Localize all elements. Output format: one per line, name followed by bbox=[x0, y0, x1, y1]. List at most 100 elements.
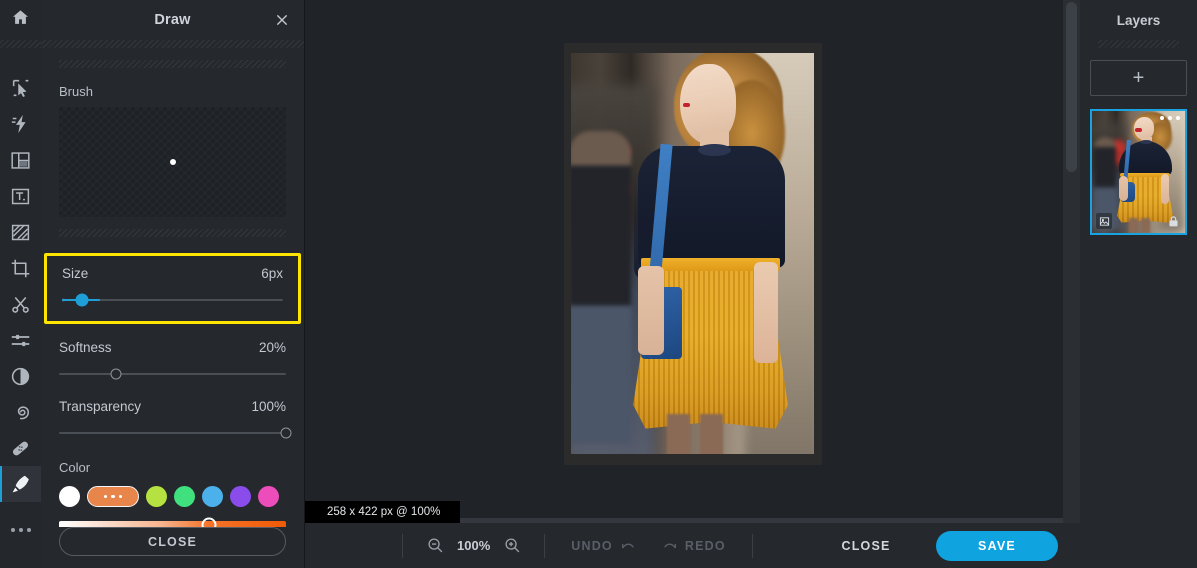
photo-bg-person bbox=[568, 131, 631, 444]
draw-panel-close-button[interactable] bbox=[272, 10, 292, 30]
crop-icon bbox=[10, 258, 31, 279]
draw-panel-header: Draw bbox=[41, 0, 304, 40]
transparency-label: Transparency bbox=[59, 398, 142, 414]
bandage-icon bbox=[10, 438, 31, 459]
size-slider-knob[interactable] bbox=[75, 293, 89, 307]
frame-layout-icon bbox=[10, 150, 31, 171]
layer-lock-button[interactable] bbox=[1165, 213, 1181, 229]
settings-section-hatch bbox=[59, 228, 286, 237]
more-tools-button[interactable] bbox=[0, 512, 41, 548]
brush-size-dot bbox=[169, 158, 176, 165]
tool-blur[interactable] bbox=[0, 394, 41, 430]
photo-editor-app: Draw Brush Size 6px Softness 20% Transpa… bbox=[0, 0, 1197, 568]
layer-photo-left-leg bbox=[1129, 218, 1138, 233]
transparency-slider-row[interactable]: Transparency 100% bbox=[41, 399, 304, 442]
draw-panel-title: Draw bbox=[154, 12, 191, 28]
softness-label: Softness bbox=[59, 339, 112, 355]
layers-title: Layers bbox=[1116, 12, 1161, 28]
more-horizontal-icon bbox=[1160, 116, 1180, 120]
draw-panel: Draw Brush Size 6px Softness 20% Transpa… bbox=[41, 0, 305, 568]
lightning-bolt-icon bbox=[10, 113, 32, 135]
redo-button[interactable]: REDO bbox=[662, 538, 726, 554]
tool-draw[interactable] bbox=[0, 466, 41, 502]
add-layer-button[interactable]: + bbox=[1090, 60, 1187, 96]
color-swatch-blue[interactable] bbox=[202, 485, 223, 507]
layers-header: Layers bbox=[1080, 0, 1197, 40]
color-swatch-purple[interactable] bbox=[230, 485, 251, 507]
undo-label: UNDO bbox=[571, 538, 613, 553]
image-icon bbox=[1099, 216, 1109, 226]
undo-button[interactable]: UNDO bbox=[571, 538, 636, 554]
draw-panel-body: Brush Size 6px Softness 20% Transparency… bbox=[41, 48, 304, 527]
photo-border-top bbox=[563, 42, 822, 54]
transparency-slider-track[interactable] bbox=[59, 424, 292, 442]
home-button[interactable] bbox=[0, 0, 41, 40]
size-slider-row[interactable]: Size 6px bbox=[44, 252, 301, 324]
tool-adjust[interactable] bbox=[0, 322, 41, 358]
transparency-slider-knob[interactable] bbox=[280, 427, 292, 439]
canvas-viewport[interactable]: 258 x 422 px @ 100% bbox=[305, 0, 1080, 523]
canvas-vertical-scrollbar[interactable] bbox=[1063, 0, 1080, 523]
size-value: 6px bbox=[261, 265, 283, 281]
layer-menu-button[interactable] bbox=[1160, 116, 1180, 120]
zoom-out-button[interactable] bbox=[425, 536, 445, 556]
toolbar-divider-3 bbox=[751, 533, 753, 558]
tool-rail bbox=[0, 0, 41, 568]
transparency-track-line bbox=[59, 431, 286, 434]
tool-crop[interactable] bbox=[0, 250, 41, 286]
photo-left-arm bbox=[638, 266, 665, 355]
softness-slider-knob[interactable] bbox=[110, 368, 122, 380]
undo-arrow-icon bbox=[621, 543, 634, 548]
brush-preview[interactable] bbox=[59, 106, 286, 217]
tool-select[interactable] bbox=[0, 70, 41, 106]
photo-lips bbox=[683, 102, 691, 107]
color-swatch-green[interactable] bbox=[174, 485, 195, 507]
layers-hatch-separator bbox=[1098, 40, 1179, 48]
canvas-status-bar: 258 x 422 px @ 100% bbox=[305, 501, 460, 523]
layer-item-photo[interactable] bbox=[1090, 109, 1187, 235]
layer-type-button[interactable] bbox=[1096, 213, 1112, 229]
panel-close-button[interactable]: CLOSE bbox=[59, 527, 286, 556]
tool-texture[interactable] bbox=[0, 214, 41, 250]
softness-slider-row[interactable]: Softness 20% bbox=[41, 340, 304, 383]
redo-arrow-icon bbox=[663, 543, 676, 548]
size-slider-track[interactable] bbox=[62, 291, 283, 309]
tool-effects[interactable] bbox=[0, 106, 41, 142]
contrast-circle-icon bbox=[10, 366, 31, 387]
color-swatch-orange-selected[interactable] bbox=[87, 485, 139, 507]
close-icon bbox=[276, 14, 288, 26]
color-swatch-lime[interactable] bbox=[146, 485, 167, 507]
zoom-controls: 100% bbox=[425, 536, 522, 556]
softness-slider-track[interactable] bbox=[59, 365, 286, 383]
photo-border-right bbox=[813, 42, 822, 465]
undo-redo-group: UNDO REDO bbox=[571, 538, 726, 554]
save-button[interactable]: SAVE bbox=[936, 530, 1058, 561]
color-swatch-pink[interactable] bbox=[258, 485, 279, 507]
color-swatch-list bbox=[59, 485, 286, 507]
tool-list bbox=[0, 70, 41, 502]
zoom-in-button[interactable] bbox=[502, 536, 522, 556]
bottom-actions: CLOSE SAVE bbox=[810, 530, 1080, 561]
lock-icon bbox=[1168, 215, 1178, 226]
zoom-level-label: 100% bbox=[457, 538, 491, 553]
layers-panel: Layers + bbox=[1073, 0, 1197, 568]
color-gradient-slider[interactable] bbox=[59, 517, 286, 527]
redo-label: REDO bbox=[684, 538, 726, 553]
spiral-icon bbox=[10, 402, 31, 423]
zoom-out-icon bbox=[427, 538, 442, 553]
tool-contrast[interactable] bbox=[0, 358, 41, 394]
layer-photo-right-leg bbox=[1141, 218, 1150, 233]
canvas-image[interactable] bbox=[563, 42, 822, 465]
photo-border-bottom bbox=[563, 453, 822, 465]
tool-text[interactable] bbox=[0, 178, 41, 214]
bottom-close-button[interactable]: CLOSE bbox=[810, 531, 922, 561]
tool-cut[interactable] bbox=[0, 286, 41, 322]
tool-heal[interactable] bbox=[0, 430, 41, 466]
zoom-in-icon bbox=[505, 538, 520, 553]
color-gradient-knob[interactable] bbox=[201, 517, 217, 527]
photo-border-left bbox=[563, 42, 572, 465]
color-swatch-white[interactable] bbox=[59, 485, 80, 507]
tool-frames[interactable] bbox=[0, 142, 41, 178]
layers-list: + bbox=[1080, 48, 1197, 235]
plus-icon: + bbox=[1132, 66, 1145, 89]
